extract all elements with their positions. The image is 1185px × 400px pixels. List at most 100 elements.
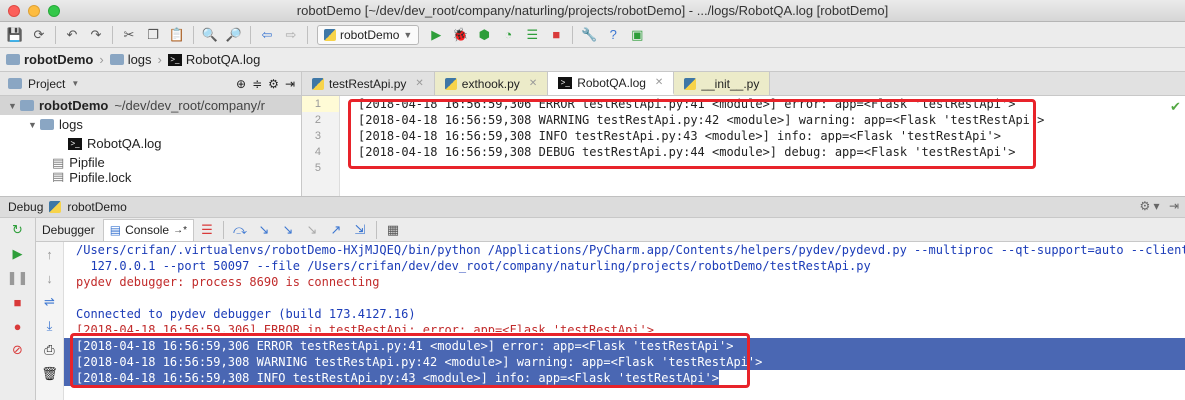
- stop-icon[interactable]: ■: [545, 24, 567, 46]
- line-number: 1: [302, 96, 339, 112]
- console-line: Connected to pydev debugger (build 173.4…: [76, 307, 416, 321]
- mute-breakpoints-icon[interactable]: ⊘: [0, 338, 35, 362]
- tree-item-logs[interactable]: ▼ logs: [0, 115, 301, 134]
- close-icon[interactable]: ✕: [415, 78, 423, 89]
- tree-item-pipfile[interactable]: ▤ Pipfile: [0, 153, 301, 172]
- chevron-down-icon[interactable]: ▼: [28, 120, 40, 130]
- help-icon[interactable]: ?: [602, 24, 624, 46]
- tab-exthook[interactable]: exthook.py ✕: [434, 72, 549, 95]
- breadcrumb-item-project[interactable]: robotDemo: [6, 52, 93, 67]
- profile-icon[interactable]: ◔: [497, 24, 519, 46]
- project-pane-header: Project ▼ ⊕ ≑ ⚙ ⇥: [0, 72, 301, 96]
- hide-pane-icon[interactable]: ⇥: [285, 77, 295, 91]
- step-into-my-code-icon[interactable]: ↘: [277, 219, 299, 241]
- tab-debugger[interactable]: Debugger: [36, 219, 101, 241]
- close-window-button[interactable]: [8, 5, 20, 17]
- undo-icon[interactable]: ↶: [61, 24, 83, 46]
- copy-icon[interactable]: ❐: [142, 24, 164, 46]
- python-file-icon: [444, 77, 457, 90]
- title-bar: robotDemo [~/dev/dev_root/company/naturl…: [0, 0, 1185, 22]
- scroll-to-end-icon[interactable]: ⤓: [36, 314, 63, 338]
- concurrency-icon[interactable]: ☰: [521, 24, 543, 46]
- debug-side-toolbar: ↻ ▶ ❚❚ ■ ● ⊘: [0, 218, 36, 400]
- settings-icon[interactable]: 🔧: [578, 24, 600, 46]
- paste-icon[interactable]: 📋: [166, 24, 188, 46]
- tab-init[interactable]: __init__.py: [674, 72, 771, 95]
- window-title: robotDemo [~/dev/dev_root/company/naturl…: [296, 3, 889, 18]
- view-breakpoints-icon[interactable]: ●: [0, 314, 35, 338]
- log-file-icon: >_: [68, 137, 82, 150]
- back-icon[interactable]: ⇦: [256, 24, 278, 46]
- tab-console[interactable]: ▤ Console →*: [102, 218, 194, 241]
- replace-icon[interactable]: 🔎: [223, 24, 245, 46]
- force-step-into-icon[interactable]: ↘: [301, 219, 323, 241]
- debug-settings-group: ⚙ ▾ ⇥: [1139, 199, 1179, 213]
- vcs-icon[interactable]: ▣: [626, 24, 648, 46]
- find-icon[interactable]: 🔍: [199, 24, 221, 46]
- pin-icon[interactable]: →*: [173, 225, 187, 236]
- scroll-from-source-icon[interactable]: ⊕: [236, 77, 246, 91]
- close-icon[interactable]: ✕: [655, 77, 663, 88]
- console-icon: ▤: [109, 223, 122, 237]
- close-icon[interactable]: ✕: [529, 78, 537, 89]
- up-icon[interactable]: ↑: [36, 242, 63, 266]
- console-line: pydev debugger: process 8690 is connecti…: [76, 275, 380, 289]
- forward-icon[interactable]: ⇨: [280, 24, 302, 46]
- log-file-icon: >_: [167, 53, 182, 66]
- chevron-down-icon[interactable]: ▼: [8, 101, 20, 111]
- line-number: 2: [314, 114, 321, 126]
- console-line: 127.0.0.1 --port 50097 --file /Users/cri…: [76, 259, 871, 273]
- line-number-gutter: 1 2 3 4 5: [302, 96, 340, 196]
- console-line: [2018-04-18 16:56:59,306] ERROR in testR…: [76, 323, 654, 332]
- tree-item-project-root[interactable]: ▼ robotDemo ~/dev/dev_root/company/r: [0, 96, 301, 115]
- python-icon: [324, 28, 336, 41]
- cut-icon[interactable]: ✂: [118, 24, 140, 46]
- down-icon[interactable]: ↓: [36, 266, 63, 290]
- pause-icon[interactable]: ❚❚: [0, 266, 35, 290]
- minimize-window-button[interactable]: [28, 5, 40, 17]
- tab-testrestapi[interactable]: testRestApi.py ✕: [302, 72, 435, 95]
- python-icon: [49, 201, 62, 213]
- step-into-icon[interactable]: ↘: [253, 219, 275, 241]
- resume-icon[interactable]: ▶: [0, 242, 35, 266]
- gear-icon[interactable]: ⚙: [268, 77, 279, 91]
- stop-icon[interactable]: ■: [0, 290, 35, 314]
- folder-icon: [20, 100, 34, 111]
- rerun-icon[interactable]: ↻: [0, 218, 35, 242]
- save-icon[interactable]: 💾: [4, 24, 26, 46]
- chevron-down-icon: ▼: [403, 29, 413, 40]
- sync-icon[interactable]: ⟳: [28, 24, 50, 46]
- tab-robotqa-log[interactable]: >_ RobotQA.log ✕: [548, 72, 675, 95]
- hide-pane-icon[interactable]: ⇥: [1169, 199, 1179, 213]
- evaluate-icon[interactable]: ▦: [382, 219, 404, 241]
- tree-item-pipfile-lock[interactable]: ▤ Pipfile.lock: [0, 172, 301, 182]
- show-execution-point-icon[interactable]: ☰: [196, 219, 218, 241]
- soft-wrap-icon[interactable]: ⇌: [36, 290, 63, 314]
- redo-icon[interactable]: ↷: [85, 24, 107, 46]
- tree-item-robotqa-log[interactable]: >_ RobotQA.log: [0, 134, 301, 153]
- project-view-select[interactable]: Project: [28, 77, 65, 91]
- gear-icon[interactable]: ⚙ ▾: [1139, 199, 1159, 213]
- breadcrumb-item-logs[interactable]: logs: [109, 52, 152, 67]
- zoom-window-button[interactable]: [48, 5, 60, 17]
- breadcrumb: robotDemo › logs › >_ RobotQA.log: [0, 48, 1185, 72]
- chevron-down-icon[interactable]: ▼: [71, 79, 79, 88]
- line-number: 3: [314, 130, 321, 142]
- step-out-icon[interactable]: ↗: [325, 219, 347, 241]
- debug-icon[interactable]: 🐞: [449, 24, 471, 46]
- debug-label: Debug: [8, 200, 44, 214]
- run-to-cursor-icon[interactable]: ⇲: [349, 219, 371, 241]
- step-over-icon[interactable]: ⤼: [229, 219, 251, 241]
- run-config-select[interactable]: robotDemo ▼: [317, 24, 420, 45]
- collapse-all-icon[interactable]: ≑: [252, 77, 262, 91]
- clear-icon[interactable]: 🗑: [36, 362, 63, 386]
- run-icon[interactable]: ▶: [425, 24, 447, 46]
- check-icon: ✔: [1170, 99, 1181, 114]
- folder-icon: [6, 54, 20, 65]
- breadcrumb-item-file[interactable]: >_ RobotQA.log: [167, 52, 260, 67]
- coverage-icon[interactable]: ⬢: [473, 24, 495, 46]
- print-icon[interactable]: ⎙: [36, 338, 63, 362]
- debug-config-label: robotDemo: [67, 200, 127, 214]
- project-icon: [8, 78, 22, 89]
